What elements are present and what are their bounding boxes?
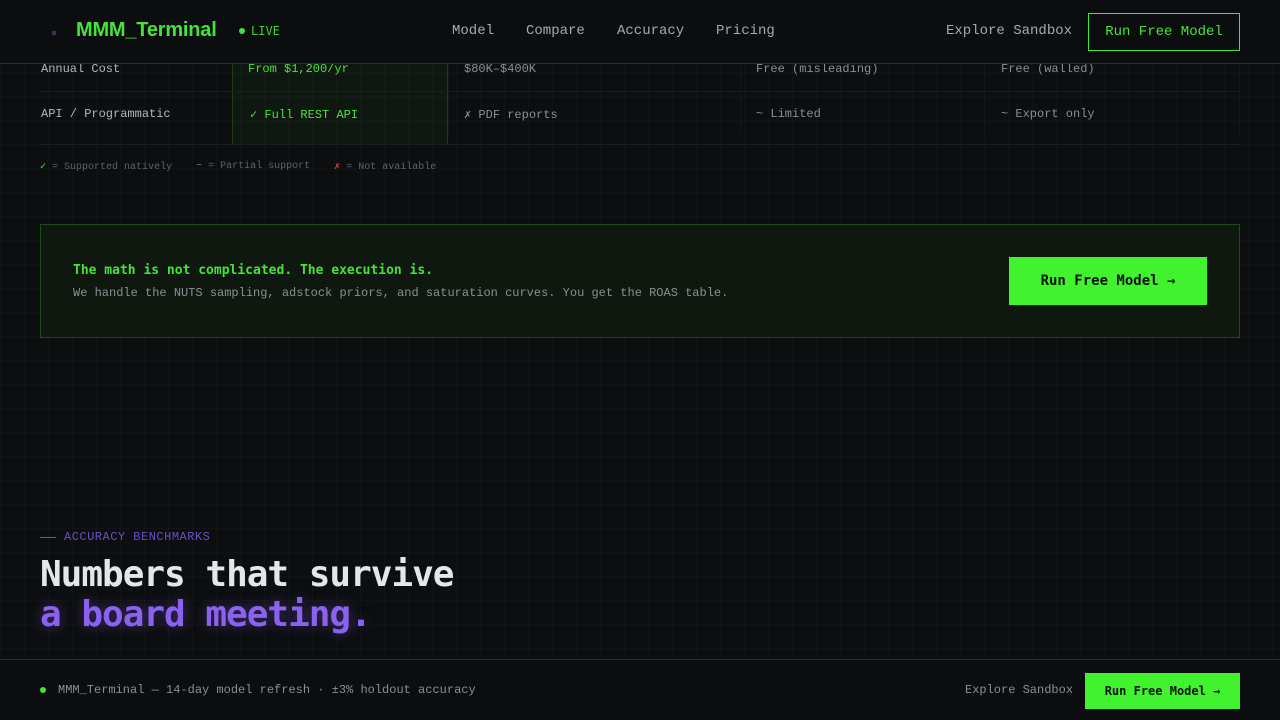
status-dot-icon [40, 687, 46, 693]
legend-supported: ✓ = Supported natively [40, 161, 172, 173]
eyebrow-rule [40, 536, 56, 538]
bottom-run-free-model-button[interactable]: Run Free Model → [1085, 673, 1240, 709]
cell-api-col4: ~ Export only [1001, 107, 1095, 121]
legend-supported-text: = Supported natively [52, 162, 173, 173]
eyebrow-label: ACCURACY BENCHMARKS [64, 530, 211, 544]
cta-title: The math is not complicated. The executi… [73, 263, 434, 278]
check-icon: ✓ [40, 162, 47, 173]
tilde-icon: ~ [196, 161, 203, 172]
cell-annual-cost-col2: $80K–$400K [464, 62, 537, 76]
cell-annual-cost-col3: Free (misleading) [756, 62, 879, 76]
run-free-model-button[interactable]: Run Free Model [1088, 13, 1240, 51]
cell-annual-cost-ours: From $1,200/yr [248, 62, 349, 76]
table-legend: ✓ = Supported natively ~ = Partial suppo… [40, 161, 436, 173]
nav-model[interactable]: Model [452, 23, 494, 39]
legend-partial-text: = Partial support [208, 161, 311, 172]
row-divider [40, 144, 1240, 145]
cell-api-ours: ✓ Full REST API [250, 108, 359, 122]
row-divider [40, 91, 1240, 92]
row-label-annual-cost: Annual Cost [41, 62, 121, 76]
cell-annual-cost-col4: Free (walled) [1001, 62, 1095, 76]
cross-icon: ✗ [334, 162, 341, 173]
section-eyebrow: ACCURACY BENCHMARKS [40, 530, 210, 544]
top-nav-bar: ▪ MMM_Terminal LIVE Model Compare Accura… [0, 0, 1280, 64]
cta-run-free-model-button[interactable]: Run Free Model → [1009, 257, 1207, 305]
cta-panel: The math is not complicated. The executi… [40, 224, 1240, 338]
bottom-bar-text: MMM_Terminal — 14-day model refresh · ±3… [58, 683, 476, 697]
section-heading-line2: a board meeting. [40, 594, 372, 635]
nav-accuracy[interactable]: Accuracy [617, 23, 684, 39]
legend-none: ✗ = Not available [334, 161, 436, 173]
explore-sandbox-link[interactable]: Explore Sandbox [946, 23, 1072, 39]
cta-subtitle: We handle the NUTS sampling, adstock pri… [73, 286, 729, 300]
bottom-explore-sandbox-link[interactable]: Explore Sandbox [965, 683, 1073, 697]
cell-api-col2: ✗ PDF reports [464, 108, 558, 122]
legend-none-text: = Not available [346, 162, 437, 173]
nav-compare[interactable]: Compare [526, 23, 585, 39]
cell-api-col3: ~ Limited [756, 107, 821, 121]
legend-partial: ~ = Partial support [196, 161, 310, 173]
row-label-api: API / Programmatic [41, 107, 171, 121]
section-heading-line1: Numbers that survive [40, 554, 454, 595]
bottom-sticky-bar: MMM_Terminal — 14-day model refresh · ±3… [0, 659, 1280, 720]
nav-pricing[interactable]: Pricing [716, 23, 775, 39]
